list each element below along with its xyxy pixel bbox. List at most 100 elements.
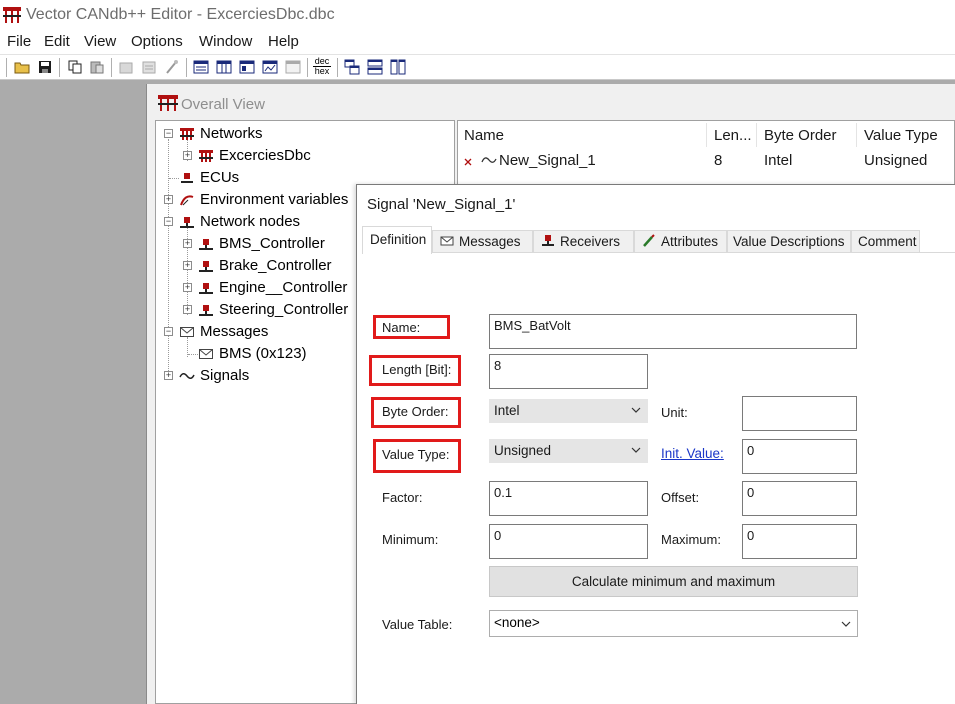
collapse-icon[interactable]: −: [164, 327, 173, 336]
column-header-name[interactable]: Name: [464, 127, 504, 144]
value-type-select[interactable]: Unsigned: [489, 439, 648, 463]
tile-vertical-icon[interactable]: [390, 59, 406, 75]
minimum-label: Minimum:: [382, 532, 439, 547]
collapse-icon[interactable]: −: [164, 217, 173, 226]
byte-order-label: Byte Order:: [382, 404, 449, 419]
tab-label: Messages: [459, 234, 521, 249]
tree-guide: [169, 178, 179, 179]
chevron-down-icon: [841, 621, 851, 627]
cell-value-type: Unsigned: [864, 152, 928, 169]
tree-label: ExcerciesDbc: [219, 147, 311, 164]
tab-comment[interactable]: Comment: [851, 230, 920, 252]
compare-disabled-icon[interactable]: [285, 59, 301, 75]
offset-label: Offset:: [661, 490, 700, 505]
menu-help[interactable]: Help: [268, 33, 299, 50]
expand-icon[interactable]: +: [164, 195, 173, 204]
init-value-link[interactable]: Init. Value:: [661, 446, 724, 461]
cascade-windows-icon[interactable]: [344, 59, 360, 75]
init-value-field[interactable]: 0: [742, 439, 857, 474]
node-icon: [199, 261, 213, 272]
overall-view-title: Overall View: [181, 96, 265, 113]
paste-icon[interactable]: [89, 59, 105, 75]
list-view-icon[interactable]: [193, 59, 209, 75]
tab-label: Value Descriptions: [733, 234, 845, 249]
tab-definition[interactable]: Definition: [362, 226, 432, 254]
byte-order-select[interactable]: Intel: [489, 399, 648, 423]
tree-label: ECUs: [200, 169, 240, 186]
dec-hex-toggle-icon[interactable]: dec hex: [313, 57, 331, 76]
toolbar-separator: [307, 58, 308, 77]
column-header-byte-order[interactable]: Byte Order: [764, 127, 837, 144]
menu-edit[interactable]: Edit: [44, 33, 70, 50]
wizard-disabled-icon[interactable]: [164, 59, 180, 75]
menu-file[interactable]: File: [7, 33, 31, 50]
length-field[interactable]: 8: [489, 354, 648, 389]
maximum-field[interactable]: 0: [742, 524, 857, 559]
title-bar: Vector CANdb++ Editor - ExcerciesDbc.dbc: [0, 0, 955, 30]
factor-field[interactable]: 0.1: [489, 481, 648, 516]
cell-byte-order: Intel: [764, 152, 793, 169]
value-table-label: Value Table:: [382, 617, 453, 632]
expand-icon[interactable]: +: [183, 261, 192, 270]
mdi-background: [0, 80, 146, 704]
toolbar-separator: [59, 58, 60, 77]
column-header-value-type[interactable]: Value Type: [864, 127, 938, 144]
expand-icon[interactable]: +: [183, 151, 192, 160]
cell-length: 8: [714, 152, 723, 169]
tree-label: BMS (0x123): [219, 345, 307, 362]
details-view-icon[interactable]: [239, 59, 255, 75]
toolbar-separator: [337, 58, 338, 77]
save-icon[interactable]: [37, 59, 53, 75]
edit-disabled-icon[interactable]: [118, 59, 134, 75]
tree-label: Engine__Controller: [219, 279, 348, 296]
expand-icon[interactable]: +: [183, 283, 192, 292]
column-header-length[interactable]: Len...: [714, 127, 752, 144]
candb-app-icon: [3, 7, 21, 23]
close-x-icon: [464, 158, 472, 166]
tab-label: Attributes: [661, 234, 719, 249]
signal-wave-icon: [179, 373, 195, 379]
menu-view[interactable]: View: [84, 33, 116, 50]
minimum-field[interactable]: 0: [489, 524, 648, 559]
network-icon: [180, 128, 194, 140]
tile-horizontal-icon[interactable]: [367, 59, 383, 75]
tree-item-excerciesdbc[interactable]: + ExcerciesDbc: [156, 145, 454, 167]
expand-icon[interactable]: +: [183, 305, 192, 314]
tab-label: Comment: [858, 234, 917, 249]
collapse-icon[interactable]: −: [164, 129, 173, 138]
properties-disabled-icon[interactable]: [141, 59, 157, 75]
tab-attributes[interactable]: Attributes: [634, 230, 727, 252]
offset-field[interactable]: 0: [742, 481, 857, 516]
dialog-title: Signal 'New_Signal_1': [367, 196, 516, 213]
toolbar-grip: [6, 58, 7, 77]
tab-label: Receivers: [560, 234, 621, 249]
column-divider[interactable]: [756, 123, 757, 147]
graphic-view-icon[interactable]: [262, 59, 278, 75]
expand-icon[interactable]: +: [183, 239, 192, 248]
name-field[interactable]: BMS_BatVolt: [489, 314, 857, 349]
table-view-icon[interactable]: [216, 59, 232, 75]
ecu-icon: [181, 173, 193, 183]
expand-icon[interactable]: +: [164, 371, 173, 380]
signal-list-pane[interactable]: Name Len... Byte Order Value Type New_Si…: [457, 120, 955, 190]
value-table-select[interactable]: <none>: [489, 610, 858, 637]
chevron-down-icon: [631, 447, 641, 453]
column-divider[interactable]: [706, 123, 707, 147]
maximum-label: Maximum:: [661, 532, 721, 547]
open-folder-icon[interactable]: [14, 59, 30, 75]
node-icon: [199, 283, 213, 294]
calculate-min-max-button[interactable]: Calculate minimum and maximum: [489, 566, 858, 597]
tab-receivers[interactable]: Receivers: [533, 230, 634, 252]
network-icon: [199, 150, 213, 162]
tree-item-networks[interactable]: − Networks: [156, 123, 454, 145]
envelope-icon: [440, 236, 454, 246]
menu-options[interactable]: Options: [131, 33, 183, 50]
menu-window[interactable]: Window: [199, 33, 252, 50]
column-divider[interactable]: [856, 123, 857, 147]
node-icon: [199, 305, 213, 316]
tab-messages[interactable]: Messages: [432, 230, 533, 252]
signal-wave-icon: [481, 157, 497, 163]
unit-field[interactable]: [742, 396, 857, 431]
tab-value-descriptions[interactable]: Value Descriptions: [727, 230, 851, 252]
copy-icon[interactable]: [67, 59, 83, 75]
